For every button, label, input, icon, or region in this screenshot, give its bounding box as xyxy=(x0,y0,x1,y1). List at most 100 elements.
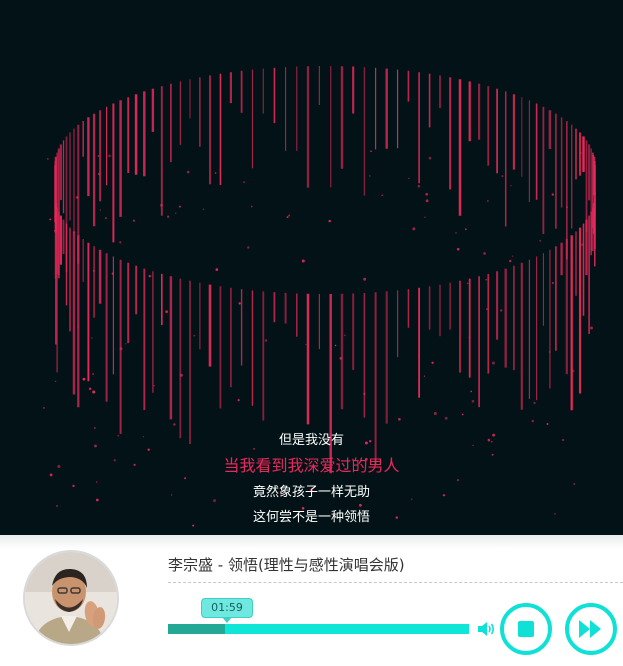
visualizer-particle xyxy=(418,355,420,358)
current-time-bubble: 01:59 xyxy=(201,598,253,623)
visualizer-particle xyxy=(444,416,448,420)
visualizer-particle xyxy=(111,272,114,275)
visualizer-particle xyxy=(214,172,217,174)
visualizer-particle xyxy=(77,326,80,328)
visualizer-particle xyxy=(49,218,52,221)
visualizer-particle xyxy=(551,193,554,196)
visualizer-particle xyxy=(167,215,170,218)
visualizer-particle xyxy=(328,219,331,223)
visualizer-particle xyxy=(247,246,250,249)
visualizer-particle xyxy=(487,200,489,202)
visualizer-particle xyxy=(548,351,551,353)
visualizer-particle xyxy=(539,239,542,242)
visualizer-particle xyxy=(288,214,291,217)
visualizer-particle xyxy=(47,158,49,160)
visualizer-particle xyxy=(91,337,93,339)
visualizer-particle xyxy=(566,206,568,209)
visualizer-particle xyxy=(165,310,169,314)
visualizer-particle xyxy=(82,377,86,381)
visualizer-particle xyxy=(510,185,512,187)
visualizer-particle xyxy=(579,152,582,154)
visualizer-particle xyxy=(76,196,79,199)
player-shadow xyxy=(0,535,623,549)
visualizer-particle xyxy=(468,336,471,339)
visualizer-particle xyxy=(334,344,337,347)
visualizer-particle xyxy=(97,172,101,176)
visualizer-particle xyxy=(92,373,94,375)
visualizer-particle xyxy=(531,419,534,423)
visualizer-particle xyxy=(425,199,429,203)
visualizer-particle xyxy=(179,373,183,377)
visualizer-particle xyxy=(417,184,421,188)
visualizer-particle xyxy=(592,154,595,157)
visualizer-particle xyxy=(264,339,268,342)
visualizer-particle xyxy=(119,347,123,351)
progress-played xyxy=(168,624,226,634)
song-title: 李宗盛 - 领悟(理性与感性演唱会版) xyxy=(168,556,405,574)
visualizer-particle xyxy=(455,232,457,234)
visualizer-particle xyxy=(305,343,307,346)
progress-bar[interactable] xyxy=(168,624,469,634)
visualizer-particle xyxy=(92,269,95,272)
visualizer-particle xyxy=(491,361,495,365)
visualizer-particle xyxy=(485,278,488,281)
volume-icon[interactable] xyxy=(476,620,496,638)
visualizer-particle xyxy=(186,170,190,174)
visualizer-particle xyxy=(423,375,426,377)
visualizer-particle xyxy=(92,390,96,394)
lyric-line: 这何尝不是一种领悟 xyxy=(252,510,370,525)
visualizer-particle xyxy=(237,399,240,402)
visualizer-particle xyxy=(243,181,246,184)
visualizer-particle xyxy=(344,334,346,337)
visualizer-particle xyxy=(193,334,196,337)
visualizer-particle xyxy=(501,175,504,178)
divider xyxy=(168,582,623,583)
visualizer-particle xyxy=(571,369,575,373)
visualizer-particle xyxy=(175,212,177,214)
visualizer-particle xyxy=(486,308,489,311)
lyric-line: 竟然象孩子一样无助 xyxy=(252,485,370,500)
visualizer-particle xyxy=(153,385,155,387)
visualizer-particle xyxy=(408,177,410,179)
visualizer-particle xyxy=(286,216,289,219)
visualizer-particle xyxy=(581,243,584,246)
next-button[interactable] xyxy=(565,603,617,655)
visualizer-particle xyxy=(425,192,429,196)
player-bar: 李宗盛 - 领悟(理性与感性演唱会版) 01:59 xyxy=(0,535,623,666)
visualizer-particle xyxy=(43,407,45,409)
visualizer-particle xyxy=(590,326,593,330)
visualizer-particle xyxy=(433,412,437,415)
visualizer-particle xyxy=(594,192,597,195)
lyric-line-current: 当我看到我深爱过的男人 xyxy=(223,456,400,475)
artist-avatar xyxy=(23,550,119,646)
visualizer-particle xyxy=(363,277,367,281)
visualizer-particle xyxy=(424,216,426,218)
visualizer-particle xyxy=(533,401,536,405)
visualizer-particle xyxy=(202,208,205,210)
visualizer-particle xyxy=(428,156,432,160)
visualizer-particle xyxy=(238,302,241,305)
visualizer-particle xyxy=(159,203,163,207)
visualizer-particle xyxy=(471,399,475,403)
visualizer-particle xyxy=(125,343,127,345)
visualizer-particle xyxy=(250,205,253,208)
visualizer-particle xyxy=(512,255,514,257)
stop-icon xyxy=(518,621,534,637)
visualizer-particle xyxy=(470,390,473,393)
visualizer-particle xyxy=(97,155,100,157)
fast-forward-icon xyxy=(579,620,601,638)
visualizer-particle xyxy=(483,252,486,255)
stop-button[interactable] xyxy=(500,603,552,655)
visualizer-particle xyxy=(132,219,135,222)
visualizer-particle xyxy=(431,361,434,364)
visualizer-particle xyxy=(99,209,102,211)
visualizer-particle xyxy=(370,150,372,153)
visualizer-particle xyxy=(464,228,467,231)
visualizer-particle xyxy=(108,154,111,158)
visualizer-particle xyxy=(369,175,371,177)
visualizer-particle xyxy=(88,387,92,391)
visualizer-particle xyxy=(381,194,384,197)
visualizer-particle xyxy=(148,275,151,278)
visualizer-particle xyxy=(54,230,56,232)
visualizer-particle xyxy=(551,281,555,285)
